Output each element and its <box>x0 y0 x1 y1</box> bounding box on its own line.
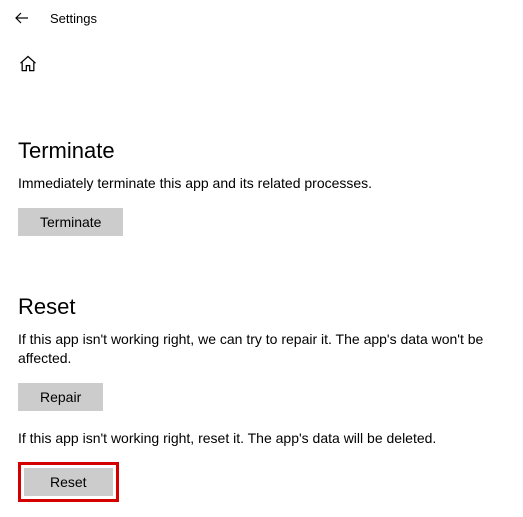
reset-button[interactable]: Reset <box>24 468 113 496</box>
repair-button[interactable]: Repair <box>18 383 103 411</box>
home-icon[interactable] <box>18 54 38 80</box>
terminate-description: Immediately terminate this app and its r… <box>18 174 488 194</box>
content-area: Terminate Immediately terminate this app… <box>0 138 523 502</box>
terminate-heading: Terminate <box>18 138 505 164</box>
home-icon-row <box>0 36 523 80</box>
reset-section: Reset If this app isn't working right, w… <box>18 294 505 503</box>
terminate-section: Terminate Immediately terminate this app… <box>18 138 505 236</box>
reset-button-highlight: Reset <box>18 462 119 502</box>
reset-description: If this app isn't working right, reset i… <box>18 429 488 449</box>
settings-header: Settings <box>0 0 523 36</box>
reset-heading: Reset <box>18 294 505 320</box>
header-title: Settings <box>50 11 97 26</box>
terminate-button[interactable]: Terminate <box>18 208 123 236</box>
repair-description: If this app isn't working right, we can … <box>18 330 488 369</box>
back-arrow-icon[interactable] <box>14 10 30 26</box>
